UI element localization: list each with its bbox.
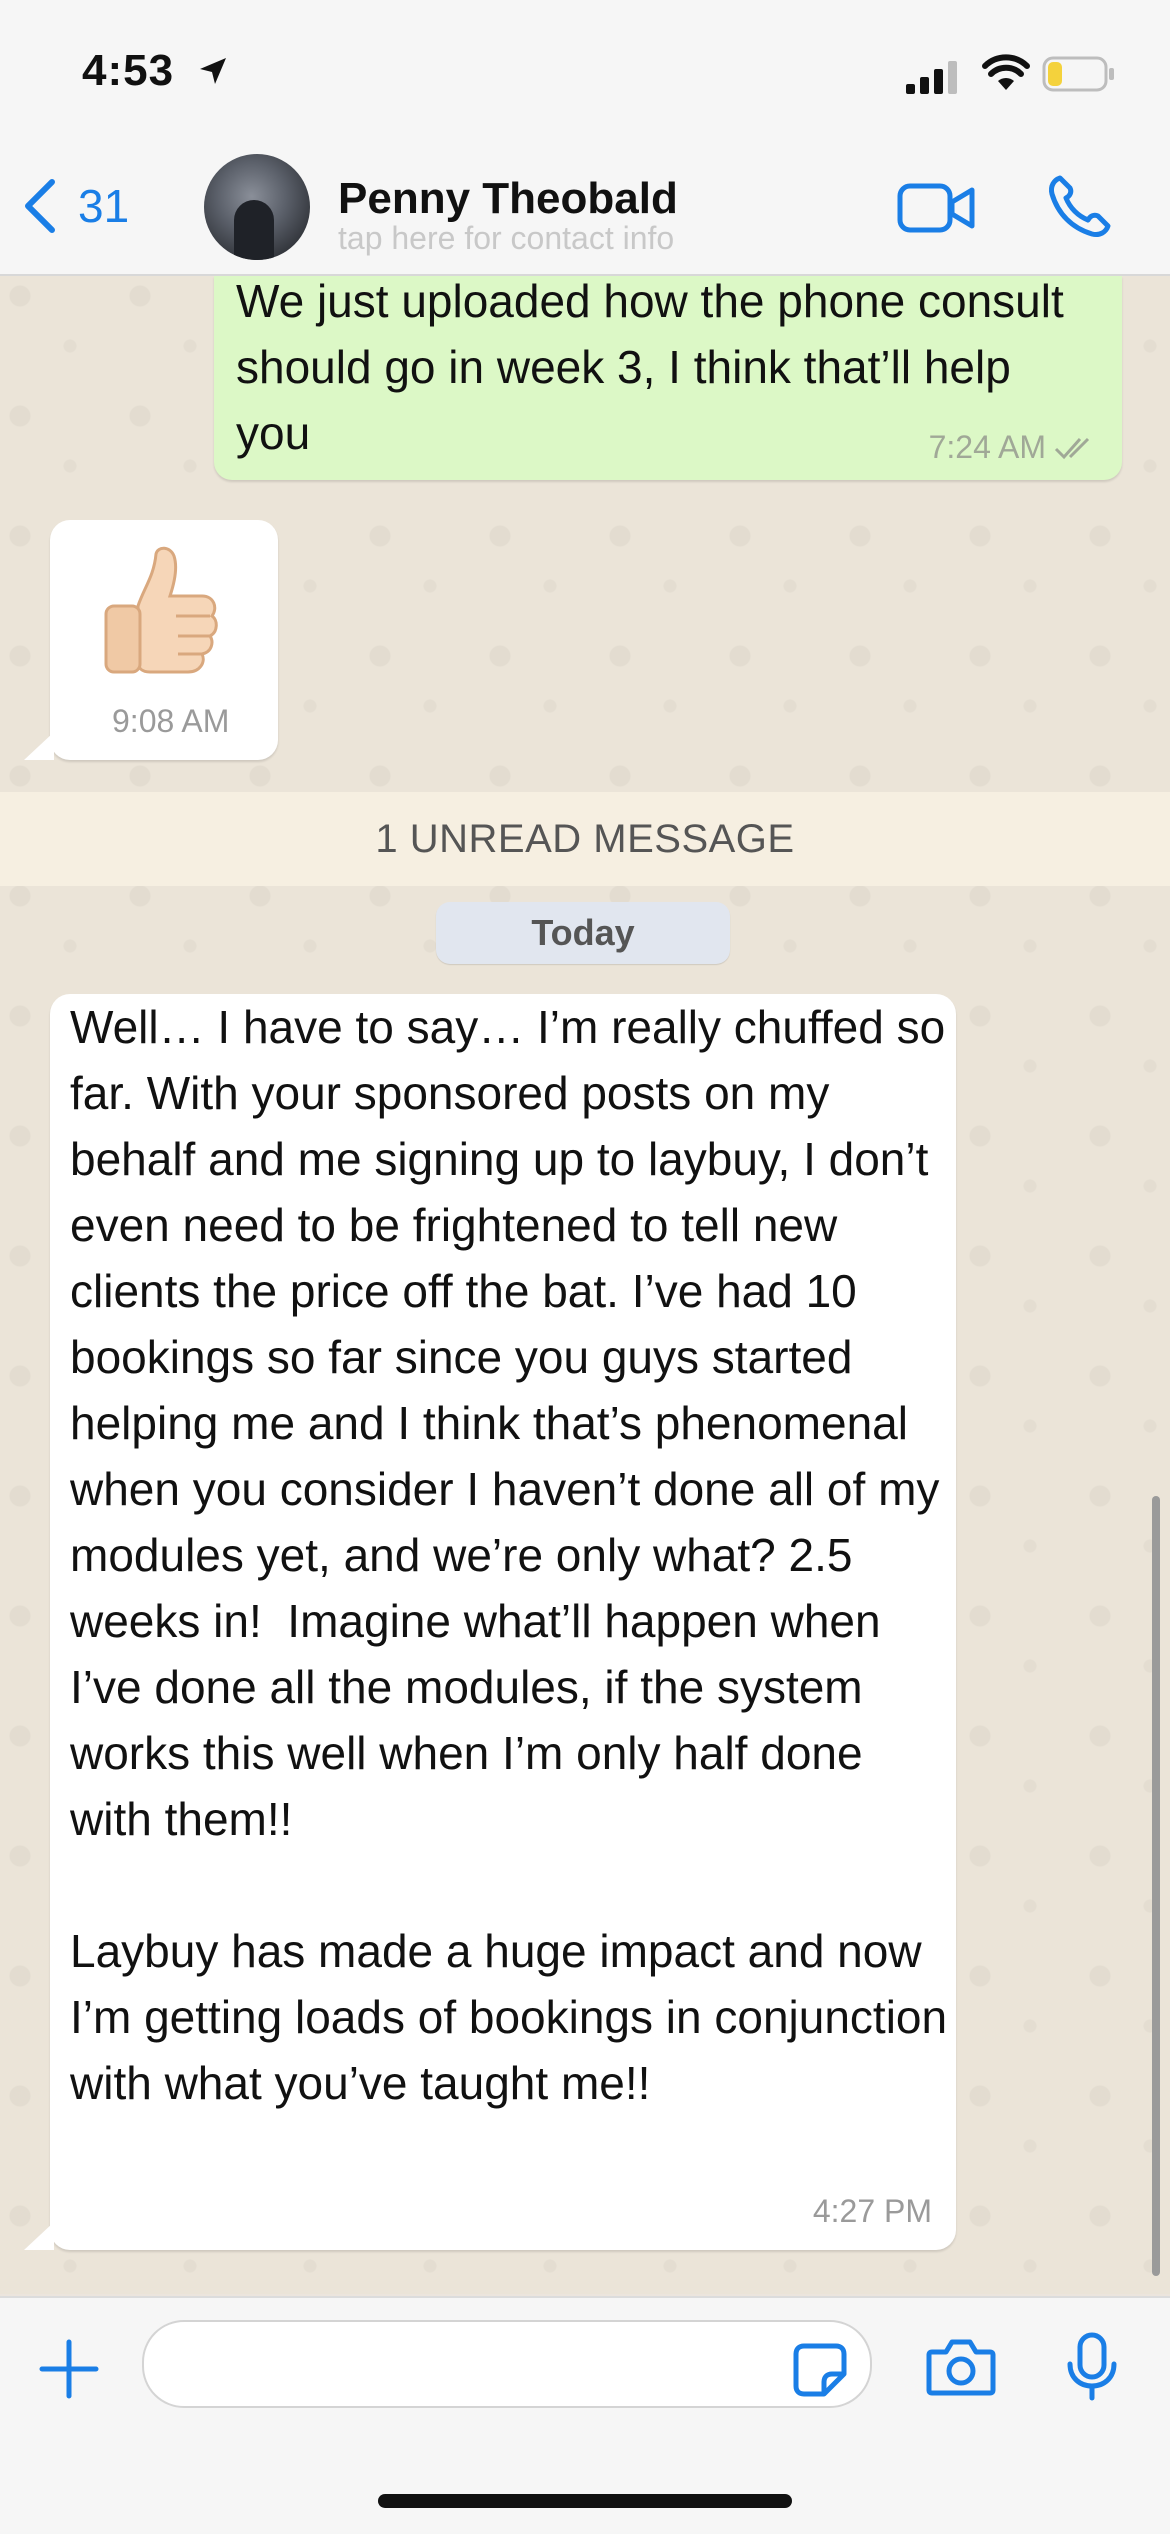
message-input-bar (0, 2296, 1170, 2534)
status-time: 4:53 (82, 46, 175, 95)
plus-icon[interactable] (38, 2338, 100, 2400)
bubble-tail (24, 732, 54, 760)
message-time: 9:08 AM (112, 703, 230, 739)
sticker-icon[interactable] (792, 2342, 848, 2398)
contact-name[interactable]: Penny Theobald (338, 174, 678, 224)
message-time: 7:24 AM (928, 429, 1046, 465)
chat-area[interactable]: We just uploaded how the phone consult s… (0, 276, 1170, 2294)
unread-messages-banner: 1 UNREAD MESSAGE (0, 792, 1170, 886)
sticker-message-bubble[interactable]: 9:08 AM (24, 520, 278, 760)
message-text: Well… I have to say… I’m really chuffed … (70, 1001, 948, 2109)
unread-chats-count: 31 (78, 180, 130, 232)
cellular-signal-icon (906, 61, 957, 94)
message-input[interactable] (142, 2320, 872, 2408)
battery-icon (1042, 56, 1114, 92)
chat-header: 31 Penny Theobald tap here for contact i… (0, 150, 1170, 276)
outgoing-message-bubble[interactable]: We just uploaded how the phone consult s… (214, 276, 1122, 480)
chat-scrollbar[interactable] (1152, 1496, 1160, 2276)
contact-info-hint[interactable]: tap here for contact info (338, 220, 674, 257)
location-arrow-icon (200, 58, 226, 84)
contact-avatar[interactable] (204, 154, 310, 260)
message-meta: 7:24 AM (929, 429, 1100, 466)
incoming-message-bubble[interactable]: Well… I have to say… I’m really chuffed … (24, 994, 956, 2250)
phone-call-icon[interactable] (1046, 174, 1112, 240)
wifi-icon (982, 54, 1030, 90)
chevron-left-icon (25, 179, 55, 233)
camera-icon[interactable] (926, 2338, 996, 2396)
double-check-icon (1054, 437, 1090, 459)
microphone-icon[interactable] (1066, 2332, 1118, 2402)
date-separator: Today (436, 902, 730, 964)
message-time: 4:27 PM (812, 2193, 932, 2229)
home-indicator[interactable] (378, 2494, 792, 2508)
bubble-tail (24, 2222, 54, 2250)
thumbs-up-icon (104, 546, 218, 674)
video-call-icon[interactable] (896, 178, 976, 238)
status-bar: 4:53 (0, 0, 1170, 150)
back-button[interactable]: 31 (22, 178, 129, 234)
